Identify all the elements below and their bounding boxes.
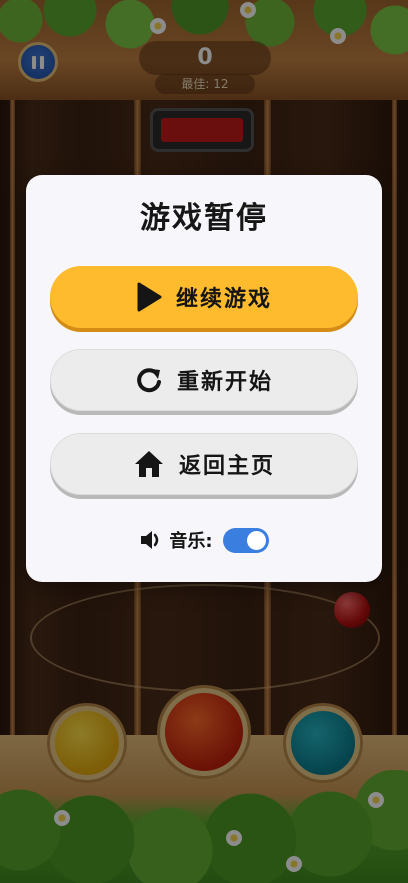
refresh-icon [137, 368, 161, 393]
resume-label: 继续游戏 [175, 287, 272, 312]
music-label: 音乐: [169, 531, 213, 552]
home-button[interactable]: 返回主页 [50, 433, 358, 495]
pause-dialog: 游戏暂停 继续游戏 重新开始 返回主页 音乐: [26, 175, 382, 582]
music-setting: 音乐: [26, 525, 382, 555]
play-icon [137, 282, 162, 312]
speaker-icon [141, 531, 159, 549]
restart-label: 重新开始 [176, 370, 273, 395]
home-icon [134, 451, 163, 477]
dialog-title: 游戏暂停 [140, 201, 268, 236]
music-toggle[interactable] [222, 527, 269, 553]
restart-button[interactable]: 重新开始 [50, 349, 358, 411]
home-label: 返回主页 [178, 454, 275, 479]
resume-button[interactable]: 继续游戏 [50, 266, 358, 328]
toggle-knob [246, 530, 266, 550]
